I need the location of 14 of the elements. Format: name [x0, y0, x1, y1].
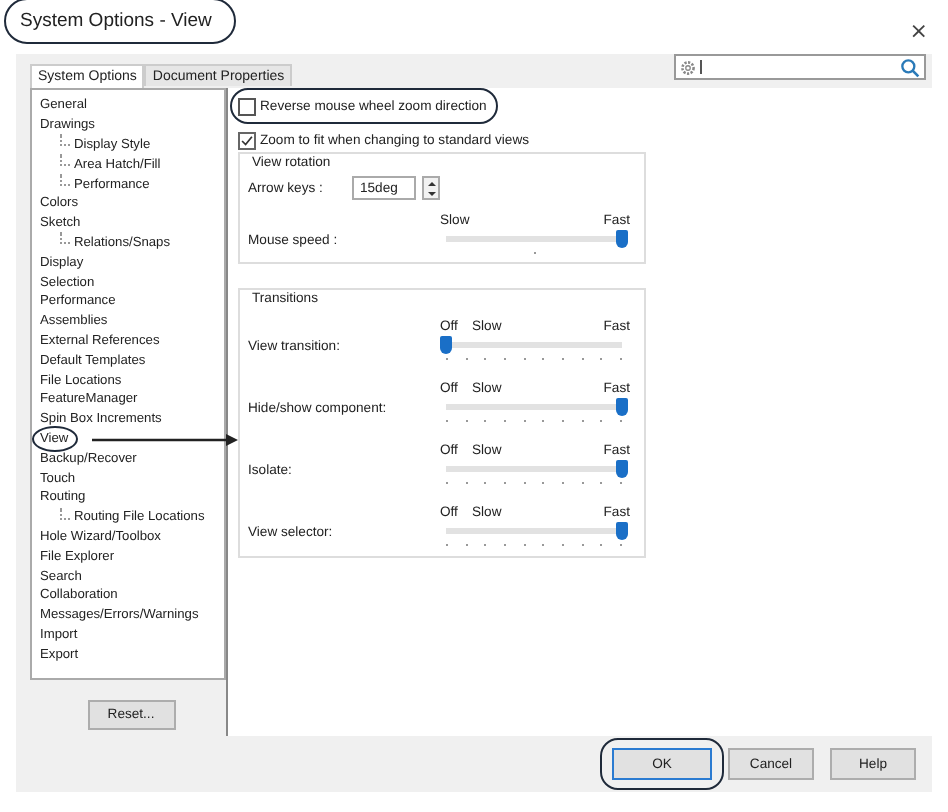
slider-thumb[interactable]	[440, 336, 452, 354]
callout-ellipse	[32, 425, 79, 452]
slider-thumb[interactable]	[616, 460, 628, 478]
slider-thumb[interactable]	[616, 522, 628, 540]
window-title: System Options - View	[20, 10, 212, 32]
spin-buttons-icon[interactable]	[422, 176, 440, 200]
checkbox[interactable]	[238, 97, 256, 115]
checkbox[interactable]	[238, 131, 256, 149]
search-field[interactable]	[674, 54, 926, 80]
settings-icon	[680, 59, 696, 75]
close-button[interactable]: ×	[909, 18, 928, 44]
slider-thumb[interactable]	[616, 230, 628, 248]
search-icon[interactable]	[900, 57, 920, 77]
slider-thumb[interactable]	[616, 398, 628, 416]
